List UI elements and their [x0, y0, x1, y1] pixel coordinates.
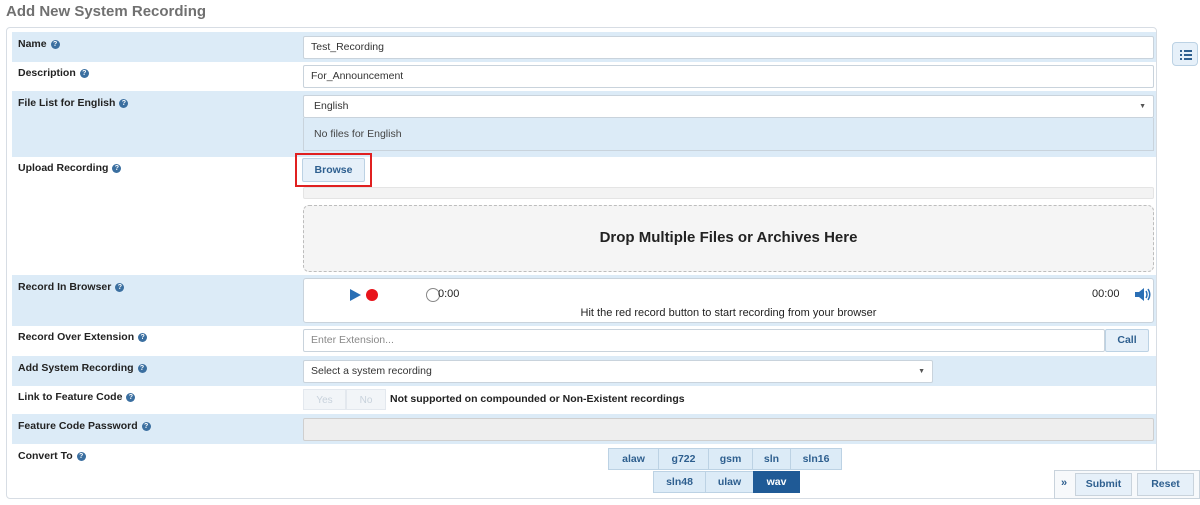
question-circle-icon[interactable]: ? — [138, 332, 148, 342]
no-files-note: No files for English — [303, 118, 1154, 151]
question-circle-icon[interactable]: ? — [112, 163, 122, 173]
add-system-recording-label-text: Add System Recording — [18, 362, 134, 374]
sidebar-toggle-button[interactable] — [1172, 42, 1198, 66]
feature-code-password-label: Feature Code Password? — [18, 420, 151, 432]
record-icon[interactable] — [366, 289, 378, 301]
feature-code-password-input[interactable] — [303, 418, 1154, 441]
upload-label: Upload Recording? — [18, 162, 122, 174]
name-input[interactable]: Test_Recording — [303, 36, 1154, 59]
row-feature-code-password: Feature Code Password? — [12, 414, 1156, 444]
question-circle-icon[interactable]: ? — [141, 421, 151, 431]
format-sln48-button[interactable]: sln48 — [653, 471, 706, 493]
play-icon[interactable] — [350, 289, 361, 301]
format-g722-button[interactable]: g722 — [658, 448, 709, 470]
feature-code-yes-toggle[interactable]: Yes — [303, 389, 346, 410]
row-record-extension: Record Over Extension? Enter Extension..… — [12, 326, 1156, 356]
record-extension-label-text: Record Over Extension — [18, 331, 135, 343]
format-sln-button[interactable]: sln — [752, 448, 791, 470]
list-icon — [1180, 50, 1192, 60]
row-convert-to: Convert To? alaw g722 gsm sln sln16 sln4… — [12, 444, 1156, 496]
format-ulaw-button[interactable]: ulaw — [705, 471, 754, 493]
description-label-text: Description — [18, 67, 76, 79]
system-recording-select-placeholder: Select a system recording — [311, 365, 432, 377]
dropzone[interactable]: Drop Multiple Files or Archives Here — [303, 205, 1154, 272]
caret-down-icon: ▼ — [918, 368, 925, 375]
name-label-text: Name — [18, 38, 47, 50]
row-add-system-recording: Add System Recording? Select a system re… — [12, 356, 1156, 386]
row-file-list: File List for English? English ▼ No file… — [12, 91, 1156, 157]
file-list-label: File List for English? — [18, 97, 129, 109]
language-select[interactable]: English ▼ — [303, 95, 1154, 118]
reset-button[interactable]: Reset — [1137, 473, 1194, 496]
upload-label-text: Upload Recording — [18, 162, 109, 174]
feature-code-label-text: Link to Feature Code — [18, 391, 123, 403]
submit-button[interactable]: Submit — [1075, 473, 1132, 496]
description-input[interactable]: For_Announcement — [303, 65, 1154, 88]
page-title: Add New System Recording — [6, 3, 207, 20]
question-circle-icon[interactable]: ? — [137, 363, 147, 373]
feature-code-no-toggle[interactable]: No — [346, 389, 386, 410]
caret-down-icon: ▼ — [1139, 103, 1146, 110]
format-sln16-button[interactable]: sln16 — [790, 448, 842, 470]
extension-input[interactable]: Enter Extension... — [303, 329, 1105, 352]
feature-code-label: Link to Feature Code? — [18, 391, 136, 403]
dropzone-text: Drop Multiple Files or Archives Here — [599, 229, 858, 246]
browser-recorder: 0:00 00:00 Hit the red record button to … — [303, 278, 1154, 323]
expand-footer-icon[interactable]: » — [1061, 477, 1067, 489]
row-record-browser: Record In Browser? 0:00 00:00 Hit the re… — [12, 275, 1156, 326]
feature-code-password-label-text: Feature Code Password — [18, 420, 138, 432]
question-circle-icon[interactable]: ? — [115, 282, 125, 292]
question-circle-icon[interactable]: ? — [76, 451, 86, 461]
upload-progress-bar — [303, 187, 1154, 199]
description-label: Description? — [18, 67, 89, 79]
browse-button[interactable]: Browse — [302, 158, 365, 182]
row-description: Description? For_Announcement — [12, 62, 1156, 91]
recorder-hint: Hit the red record button to start recor… — [580, 307, 877, 319]
file-list-label-text: File List for English — [18, 97, 116, 109]
row-name: Name? Test_Recording — [12, 32, 1156, 62]
format-wav-button[interactable]: wav — [753, 471, 800, 493]
add-system-recording-label: Add System Recording? — [18, 362, 147, 374]
question-circle-icon[interactable]: ? — [50, 39, 60, 49]
row-upload: Upload Recording? Browse Drop Multiple F… — [12, 153, 1156, 275]
form-footer: » Submit Reset — [1054, 470, 1200, 499]
question-circle-icon[interactable]: ? — [79, 68, 89, 78]
record-browser-label: Record In Browser? — [18, 281, 125, 293]
record-extension-label: Record Over Extension? — [18, 331, 148, 343]
system-recording-select[interactable]: Select a system recording ▼ — [303, 360, 933, 383]
duration-time: 00:00 — [1092, 288, 1120, 300]
question-circle-icon[interactable]: ? — [126, 392, 136, 402]
format-gsm-button[interactable]: gsm — [708, 448, 753, 470]
format-alaw-button[interactable]: alaw — [608, 448, 659, 470]
record-browser-label-text: Record In Browser — [18, 281, 112, 293]
convert-to-label-text: Convert To — [18, 450, 73, 462]
language-select-value: English — [314, 100, 349, 112]
volume-icon[interactable] — [1134, 287, 1152, 302]
feature-code-note: Not supported on compounded or Non-Exist… — [390, 393, 685, 405]
row-feature-code: Link to Feature Code? Yes No Not support… — [12, 386, 1156, 414]
current-time: 0:00 — [438, 288, 460, 300]
call-button[interactable]: Call — [1105, 329, 1149, 352]
question-circle-icon[interactable]: ? — [119, 98, 129, 108]
name-label: Name? — [18, 38, 60, 50]
recording-form: Name? Test_Recording Description? For_An… — [6, 27, 1157, 499]
convert-to-label: Convert To? — [18, 450, 86, 462]
